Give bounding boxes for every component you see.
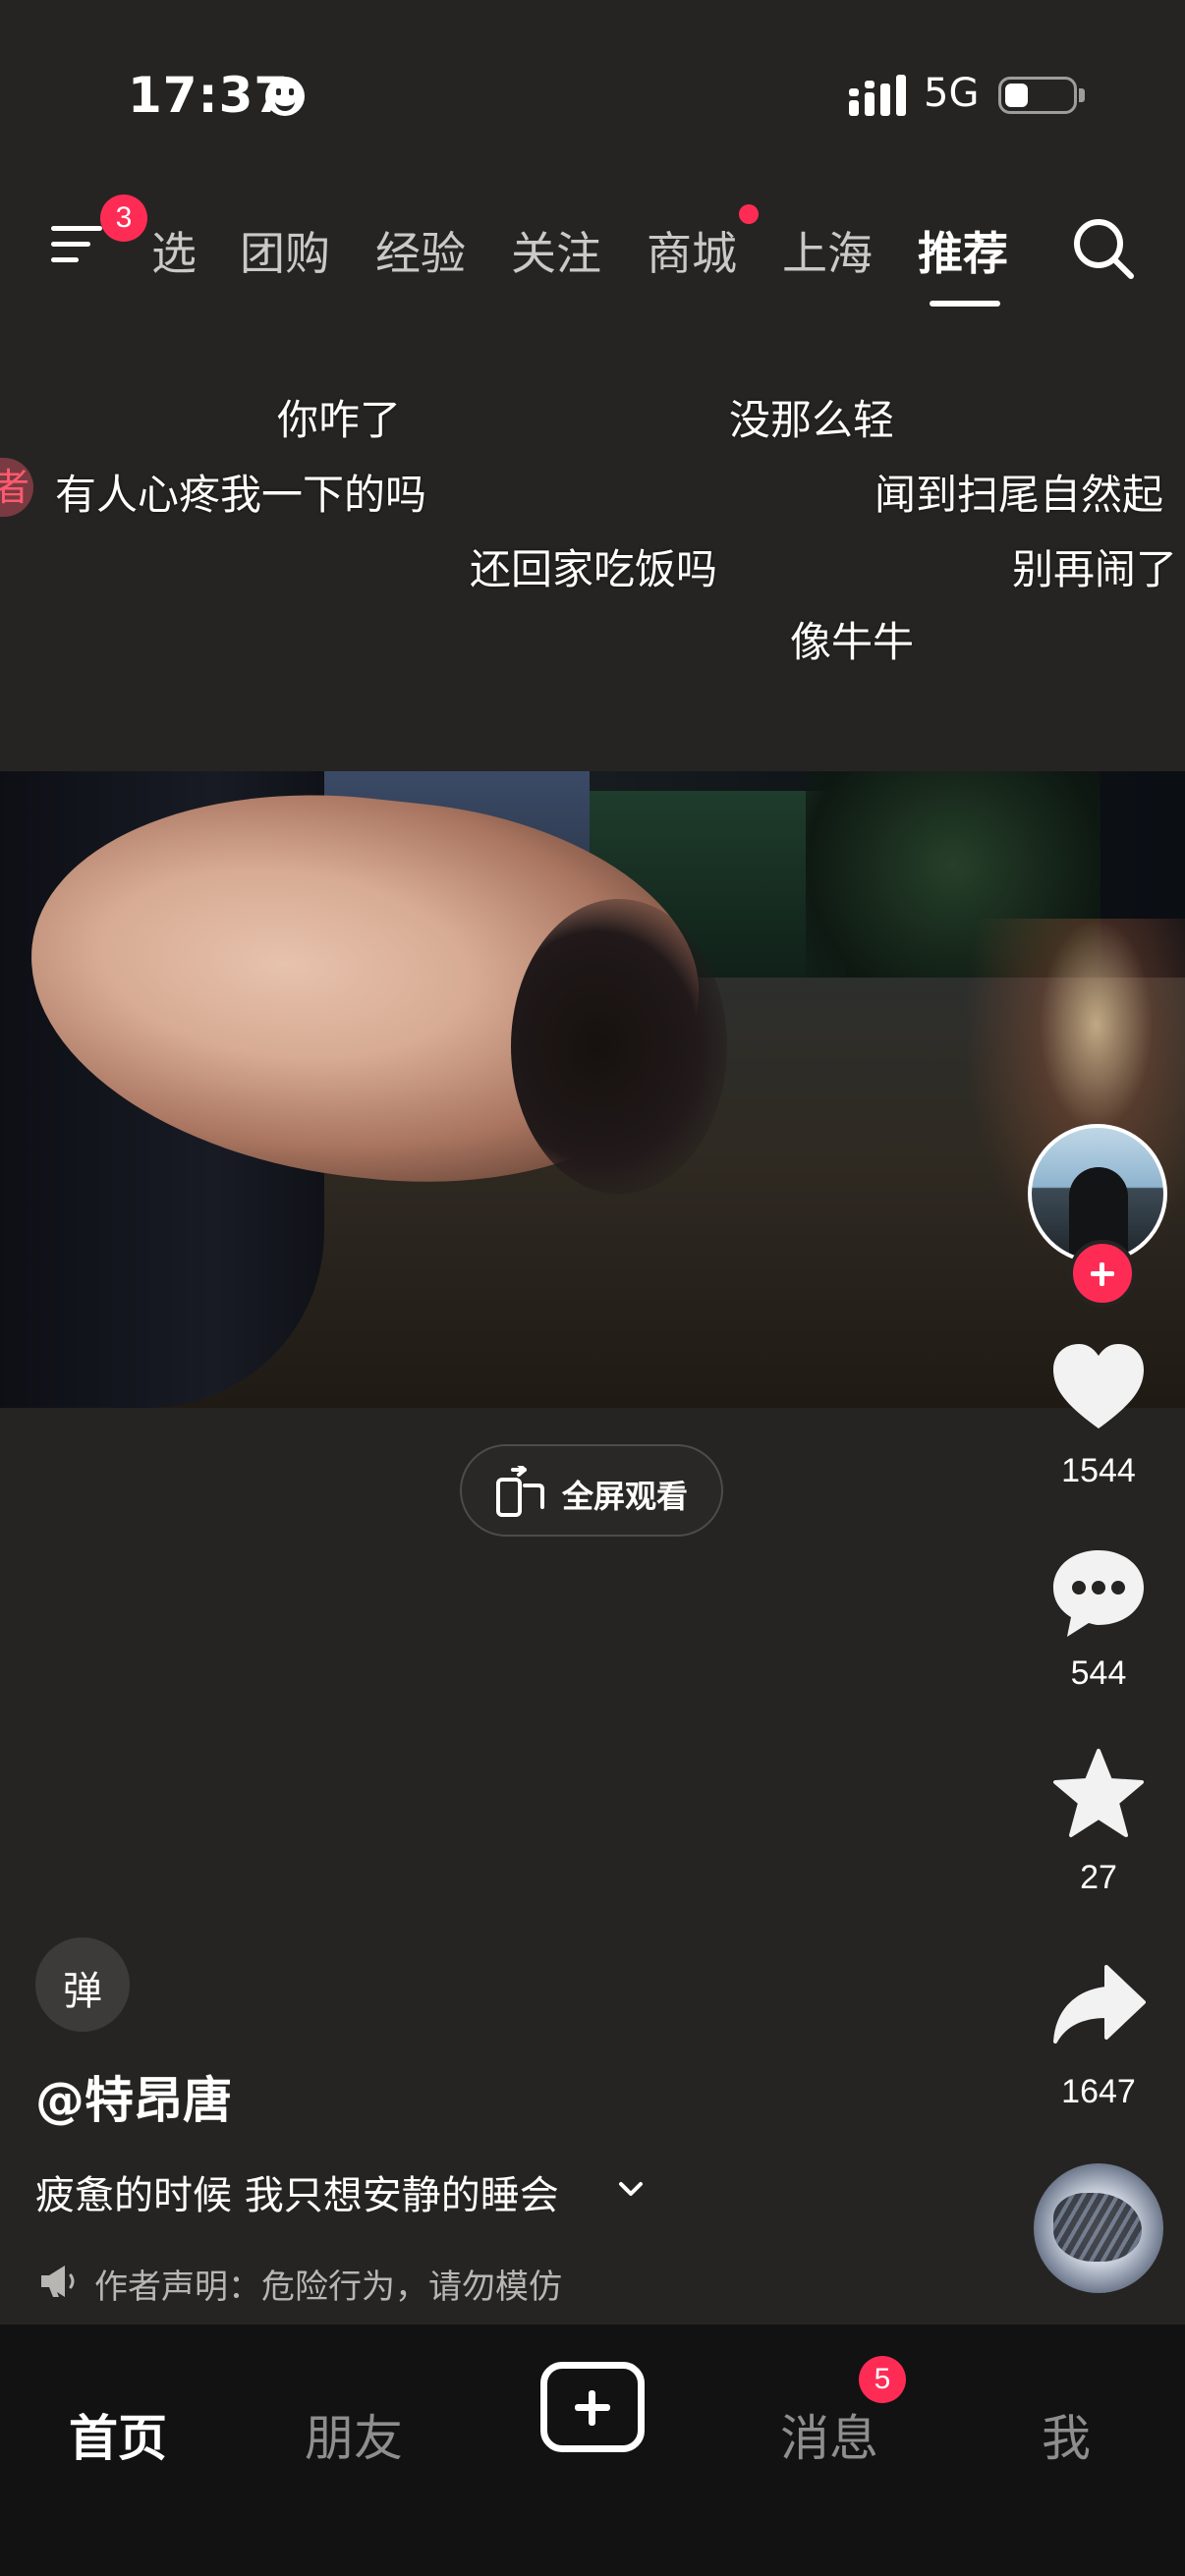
tab-mall[interactable]: 商城: [647, 218, 737, 283]
tab-recommended[interactable]: 推荐: [918, 218, 1008, 283]
share-count: 1647: [1061, 2073, 1136, 2110]
danmaku-author-tag: 者: [0, 458, 33, 517]
network-type: 5G: [924, 71, 980, 116]
comment-icon[interactable]: [1049, 1546, 1148, 1641]
fullscreen-label: 全屏观看: [562, 1478, 689, 1515]
search-icon[interactable]: [1071, 216, 1136, 281]
mall-notification-dot: [739, 204, 759, 224]
messages-badge: 5: [859, 2356, 906, 2403]
tab-selected[interactable]: 选: [151, 218, 197, 283]
smiley-icon: [265, 77, 305, 116]
tab-experience[interactable]: 经验: [375, 218, 466, 283]
author-name[interactable]: @特昂唐: [35, 2061, 232, 2132]
create-post-button[interactable]: [540, 2362, 645, 2452]
active-tab-indicator: [930, 301, 1000, 307]
bottom-tab-messages[interactable]: 消息: [780, 2399, 878, 2470]
fullscreen-button[interactable]: 全屏观看: [460, 1444, 723, 1537]
favorite-star-icon[interactable]: [1049, 1747, 1148, 1841]
bottom-tab-friends[interactable]: 朋友: [305, 2399, 403, 2470]
video-scene-person-hair: [511, 899, 727, 1194]
video-player[interactable]: [0, 771, 1185, 1408]
danmaku-comment: 有人心疼我一下的吗: [55, 471, 427, 519]
bottom-nav: 首页 朋友 消息 5 我: [0, 2324, 1185, 2576]
music-disc-icon[interactable]: [1034, 2163, 1163, 2293]
like-heart-icon[interactable]: [1049, 1340, 1148, 1434]
danmaku-comment: 没那么轻: [729, 396, 895, 444]
tab-shanghai[interactable]: 上海: [782, 218, 873, 283]
chevron-down-icon[interactable]: [615, 2175, 647, 2203]
comment-count: 544: [1070, 1654, 1127, 1692]
rotate-screen-icon: [496, 1466, 544, 1517]
danmaku-toggle-button[interactable]: 弹: [35, 1937, 130, 2032]
danmaku-comment: 像牛牛: [790, 618, 915, 666]
tab-following[interactable]: 关注: [511, 218, 601, 283]
author-disclaimer: 作者声明：危险行为，请勿模仿: [94, 2268, 562, 2307]
bottom-tab-home[interactable]: 首页: [69, 2399, 167, 2470]
tab-group-buy[interactable]: 团购: [240, 218, 330, 283]
share-arrow-icon[interactable]: [1049, 1959, 1148, 2053]
menu-badge: 3: [100, 195, 147, 242]
favorite-count: 27: [1080, 1859, 1117, 1896]
menu-icon[interactable]: [51, 222, 102, 267]
danmaku-comment: 别再闹了: [1012, 545, 1178, 593]
danmaku-comment: 还回家吃饭吗: [470, 545, 718, 593]
bottom-tab-me[interactable]: 我: [1042, 2399, 1091, 2470]
danmaku-comment: 你咋了: [277, 396, 402, 444]
video-caption[interactable]: 疲惫的时候 我只想安静的睡会: [35, 2163, 559, 2220]
battery-icon: [998, 77, 1077, 114]
danmaku-toggle-label: 弹: [63, 1969, 102, 2014]
danmaku-comment: 闻到扫尾自然起: [875, 471, 1164, 519]
signal-icon: [849, 75, 906, 116]
megaphone-icon: [41, 2266, 75, 2297]
battery-level: [1005, 84, 1028, 107]
battery-cap: [1079, 88, 1085, 102]
like-count: 1544: [1061, 1452, 1136, 1489]
follow-button[interactable]: [1069, 1240, 1136, 1307]
